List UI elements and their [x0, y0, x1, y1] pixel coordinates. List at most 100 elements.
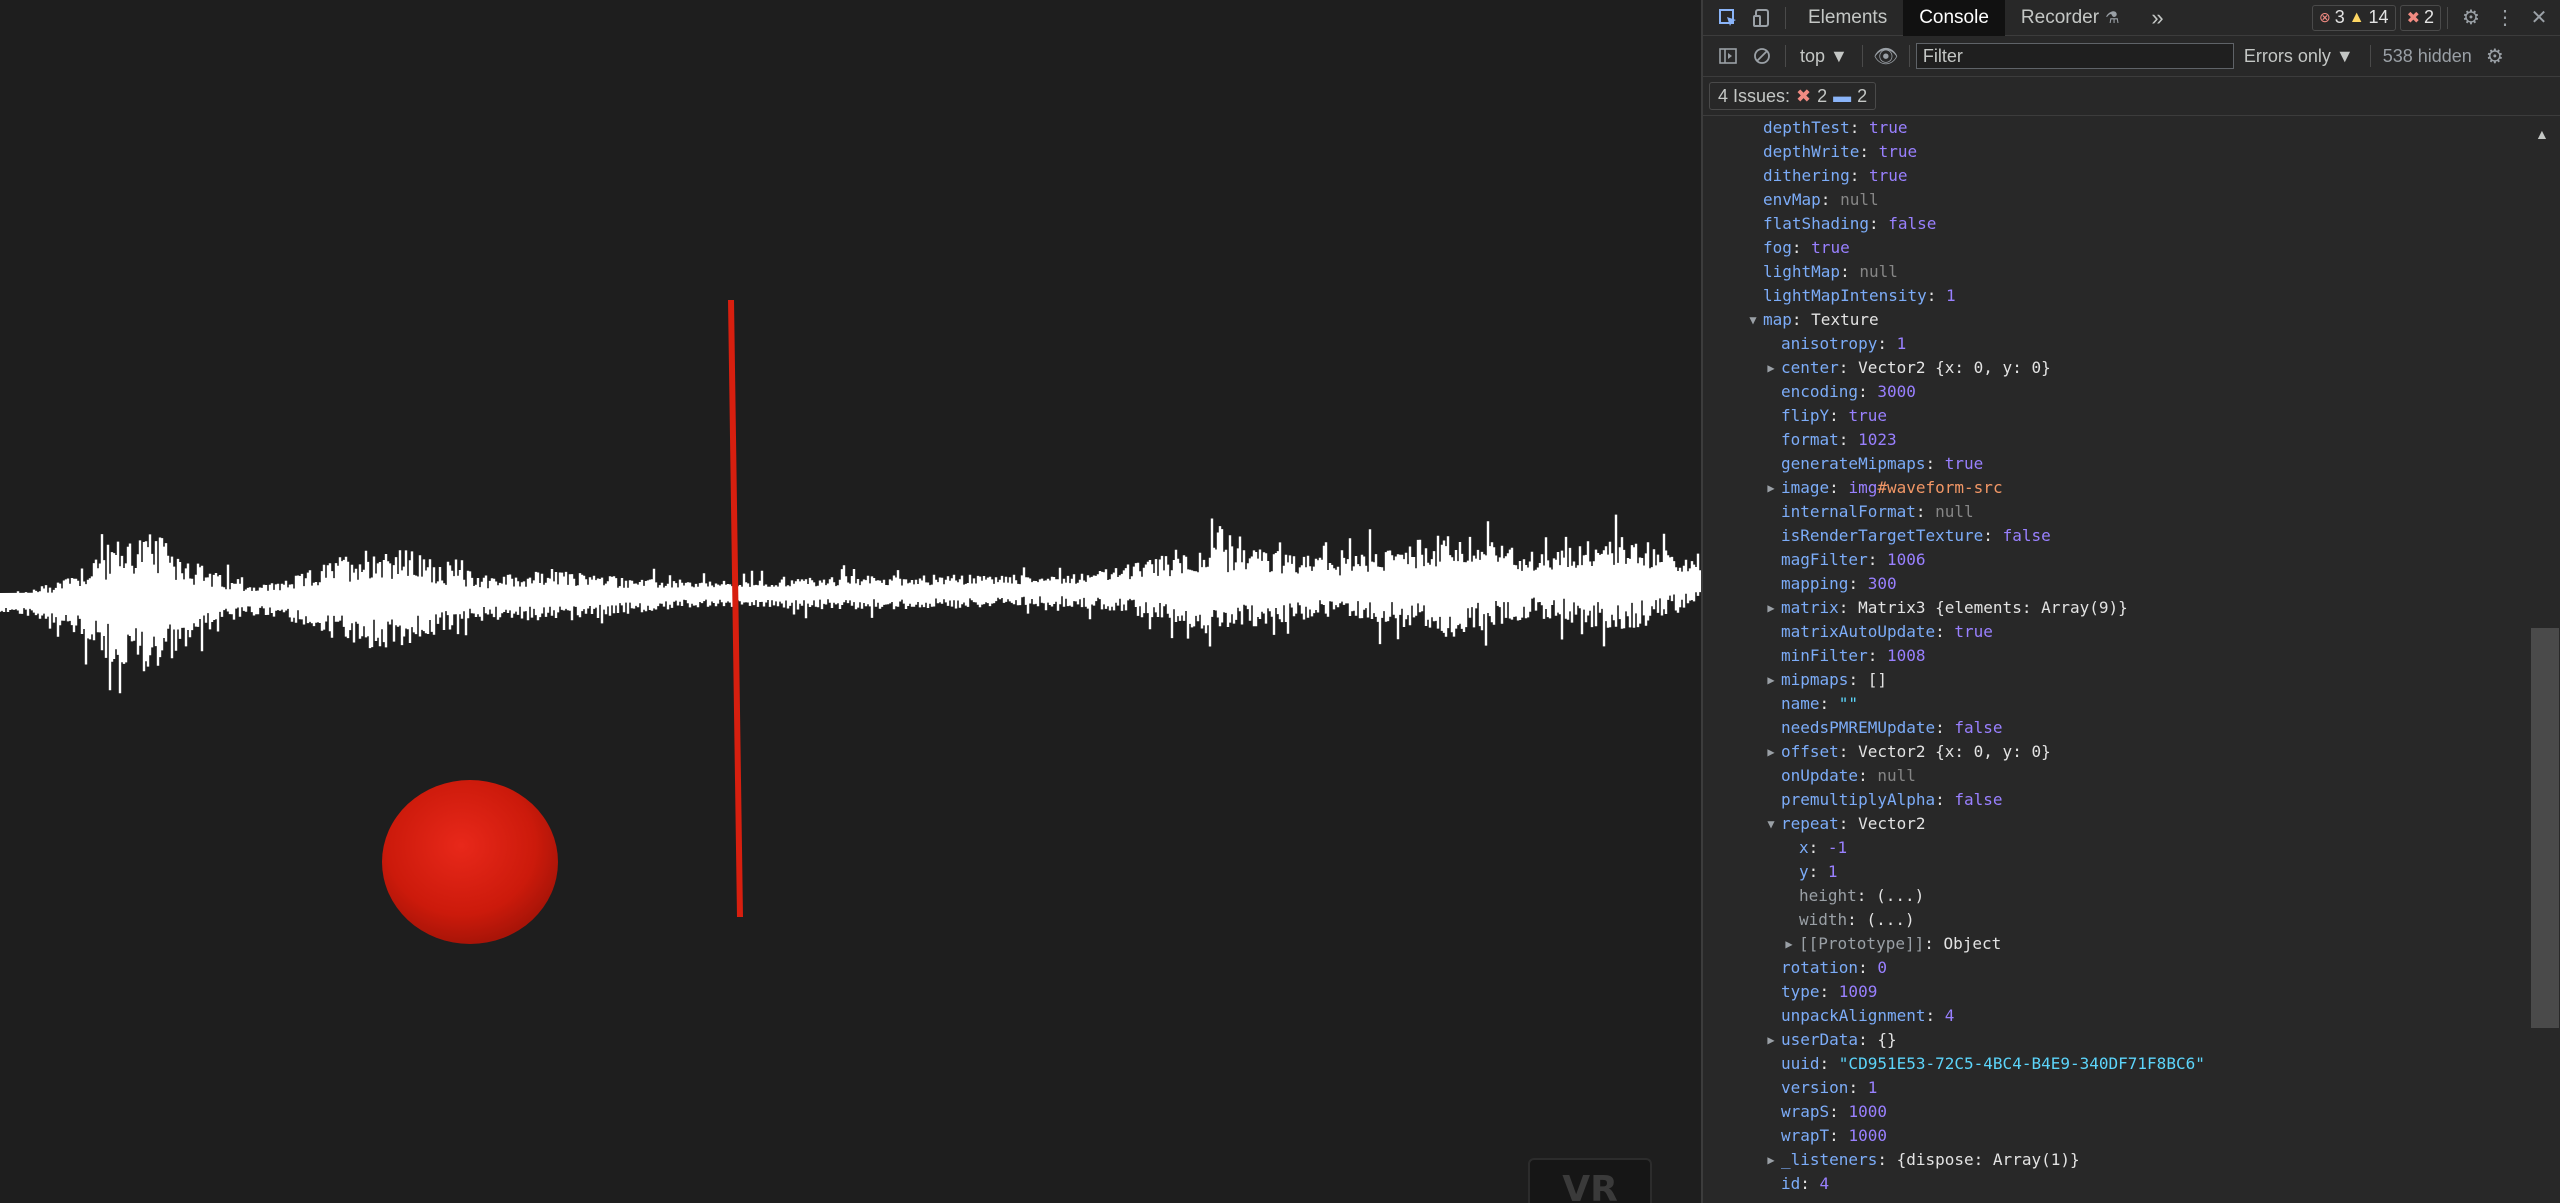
- clear-console-icon[interactable]: [1745, 39, 1779, 73]
- console-property-row: version: 1: [1703, 1076, 2525, 1100]
- colon: :: [1819, 694, 1839, 713]
- property-value: false: [1954, 718, 2003, 737]
- colon: :: [1848, 1078, 1868, 1097]
- console-property-row[interactable]: ▶ image: img#waveform-src: [1703, 476, 2525, 500]
- collapsed-triangle-icon[interactable]: ▶: [1764, 740, 1778, 764]
- tab-console[interactable]: Console: [1903, 0, 2005, 36]
- property-value: 1: [1946, 286, 1956, 305]
- console-property-row[interactable]: ▶ offset: Vector2 {x: 0, y: 0}: [1703, 740, 2525, 764]
- property-value: false: [2002, 526, 2051, 545]
- colon: :: [1829, 478, 1849, 497]
- property-value: false: [1888, 214, 1937, 233]
- property-key: flipY: [1781, 406, 1830, 425]
- issues-bar: 4 Issues: ✖ 2 ▬ 2: [1703, 77, 2560, 116]
- colon: :: [1819, 1054, 1839, 1073]
- property-value: (...): [1866, 910, 1915, 929]
- property-key: name: [1781, 694, 1820, 713]
- scroll-up-arrow-icon[interactable]: ▲: [2535, 126, 2549, 142]
- property-key: wrapT: [1781, 1126, 1830, 1145]
- property-value: -1: [1827, 838, 1848, 857]
- issue-error-icon: ✖: [2406, 9, 2420, 27]
- kebab-menu-icon[interactable]: ⋮: [2488, 1, 2522, 35]
- colon: :: [1838, 430, 1859, 449]
- colon: :: [1791, 310, 1812, 329]
- colon: :: [1877, 334, 1897, 353]
- property-key: envMap: [1763, 190, 1821, 209]
- issues-counter[interactable]: ✖ 2: [2399, 4, 2441, 31]
- property-value: null: [1840, 190, 1879, 209]
- console-property-row[interactable]: ▼ repeat: Vector2: [1703, 812, 2525, 836]
- settings-gear-icon[interactable]: ⚙: [2454, 1, 2488, 35]
- console-property-row[interactable]: ▶ [[Prototype]]: Object: [1703, 932, 2525, 956]
- console-settings-gear-icon[interactable]: ⚙: [2478, 39, 2512, 73]
- error-warning-counter[interactable]: ⊗ 3 ▲ 14: [2311, 4, 2396, 31]
- property-value: 0: [1877, 958, 1887, 977]
- console-property-row[interactable]: ▶ mipmaps: []: [1703, 668, 2525, 692]
- tab-recorder[interactable]: Recorder ⚗: [2005, 0, 2136, 36]
- property-value: 1006: [1886, 550, 1926, 569]
- filter-input[interactable]: [1915, 43, 2234, 69]
- expanded-triangle-icon[interactable]: ▼: [1764, 812, 1778, 836]
- console-property-row: width: (...): [1703, 908, 2525, 932]
- colon: :: [1858, 1030, 1878, 1049]
- console-property-row[interactable]: ▼ map: Texture: [1703, 308, 2525, 332]
- colon: :: [1935, 622, 1955, 641]
- property-key: lightMap: [1763, 262, 1841, 281]
- console-property-row: depthTest: true: [1703, 116, 2525, 140]
- console-property-row[interactable]: ▶ _listeners: {dispose: Array(1)}: [1703, 1148, 2525, 1172]
- collapsed-triangle-icon[interactable]: ▶: [1764, 356, 1778, 380]
- colon: :: [1820, 190, 1841, 209]
- property-value: {dispose: Array(1)}: [1896, 1150, 2080, 1169]
- issue-error-icon: ✖: [1796, 85, 1812, 106]
- device-toolbar-icon[interactable]: [1745, 1, 1779, 35]
- separator: [1785, 45, 1786, 67]
- collapsed-triangle-icon[interactable]: ▶: [1764, 596, 1778, 620]
- warning-icon: ▲: [2348, 8, 2365, 26]
- collapsed-triangle-icon[interactable]: ▶: [1764, 1148, 1778, 1172]
- sidebar-toggle-icon[interactable]: [1711, 39, 1745, 73]
- collapsed-triangle-icon[interactable]: ▶: [1764, 668, 1778, 692]
- property-key: format: [1781, 430, 1839, 449]
- tab-elements[interactable]: Elements: [1792, 0, 1903, 36]
- issues-button[interactable]: 4 Issues: ✖ 2 ▬ 2: [1709, 82, 1877, 110]
- property-key: width: [1799, 910, 1848, 929]
- red-sphere: [382, 780, 558, 944]
- collapsed-triangle-icon[interactable]: ▶: [1764, 476, 1778, 500]
- close-icon[interactable]: ✕: [2522, 1, 2556, 35]
- collapsed-triangle-icon[interactable]: ▶: [1782, 932, 1796, 956]
- console-property-row[interactable]: ▶ center: Vector2 {x: 0, y: 0}: [1703, 356, 2525, 380]
- console-property-row: needsPMREMUpdate: false: [1703, 716, 2525, 740]
- element-tag: img: [1848, 478, 1878, 497]
- waveform-mesh: [0, 514, 1701, 694]
- console-property-row: internalFormat: null: [1703, 500, 2525, 524]
- scrollbar-thumb[interactable]: [2531, 628, 2559, 1028]
- property-value: Object: [1943, 934, 2002, 953]
- property-key: magFilter: [1781, 550, 1868, 569]
- console-property-row: onUpdate: null: [1703, 764, 2525, 788]
- property-value: Vector2 {x: 0, y: 0}: [1858, 358, 2051, 377]
- colon: :: [1924, 934, 1944, 953]
- inspect-element-icon[interactable]: [1711, 1, 1745, 35]
- property-key: generateMipmaps: [1781, 454, 1926, 473]
- console-property-row: depthWrite: true: [1703, 140, 2525, 164]
- separator: [2369, 45, 2371, 67]
- property-key: y: [1799, 862, 1809, 881]
- console-scrollbar[interactable]: ▲: [2525, 116, 2560, 1203]
- more-tabs-button[interactable]: »: [2135, 0, 2179, 36]
- console-property-row[interactable]: ▶ userData: {}: [1703, 1028, 2525, 1052]
- expanded-triangle-icon[interactable]: ▼: [1746, 308, 1760, 332]
- collapsed-triangle-icon[interactable]: ▶: [1764, 1028, 1778, 1052]
- console-property-row: generateMipmaps: true: [1703, 452, 2525, 476]
- property-value: 1: [1867, 1078, 1878, 1097]
- playhead-line: [728, 299, 743, 918]
- property-key: [[Prototype]]: [1799, 934, 1925, 953]
- log-level-dropdown[interactable]: Errors only ▼: [2234, 46, 2364, 67]
- waveform-path: [0, 514, 1701, 694]
- console-property-row[interactable]: ▶ matrix: Matrix3 {elements: Array(9)}: [1703, 596, 2525, 620]
- webgl-canvas[interactable]: VR: [0, 0, 1701, 1203]
- vr-button[interactable]: VR: [1528, 1158, 1652, 1203]
- context-selector[interactable]: top ▼: [1792, 46, 1856, 67]
- live-expression-eye-icon[interactable]: 👁: [1869, 39, 1903, 73]
- property-key: center: [1781, 358, 1839, 377]
- console-property-row: y: 1: [1703, 860, 2525, 884]
